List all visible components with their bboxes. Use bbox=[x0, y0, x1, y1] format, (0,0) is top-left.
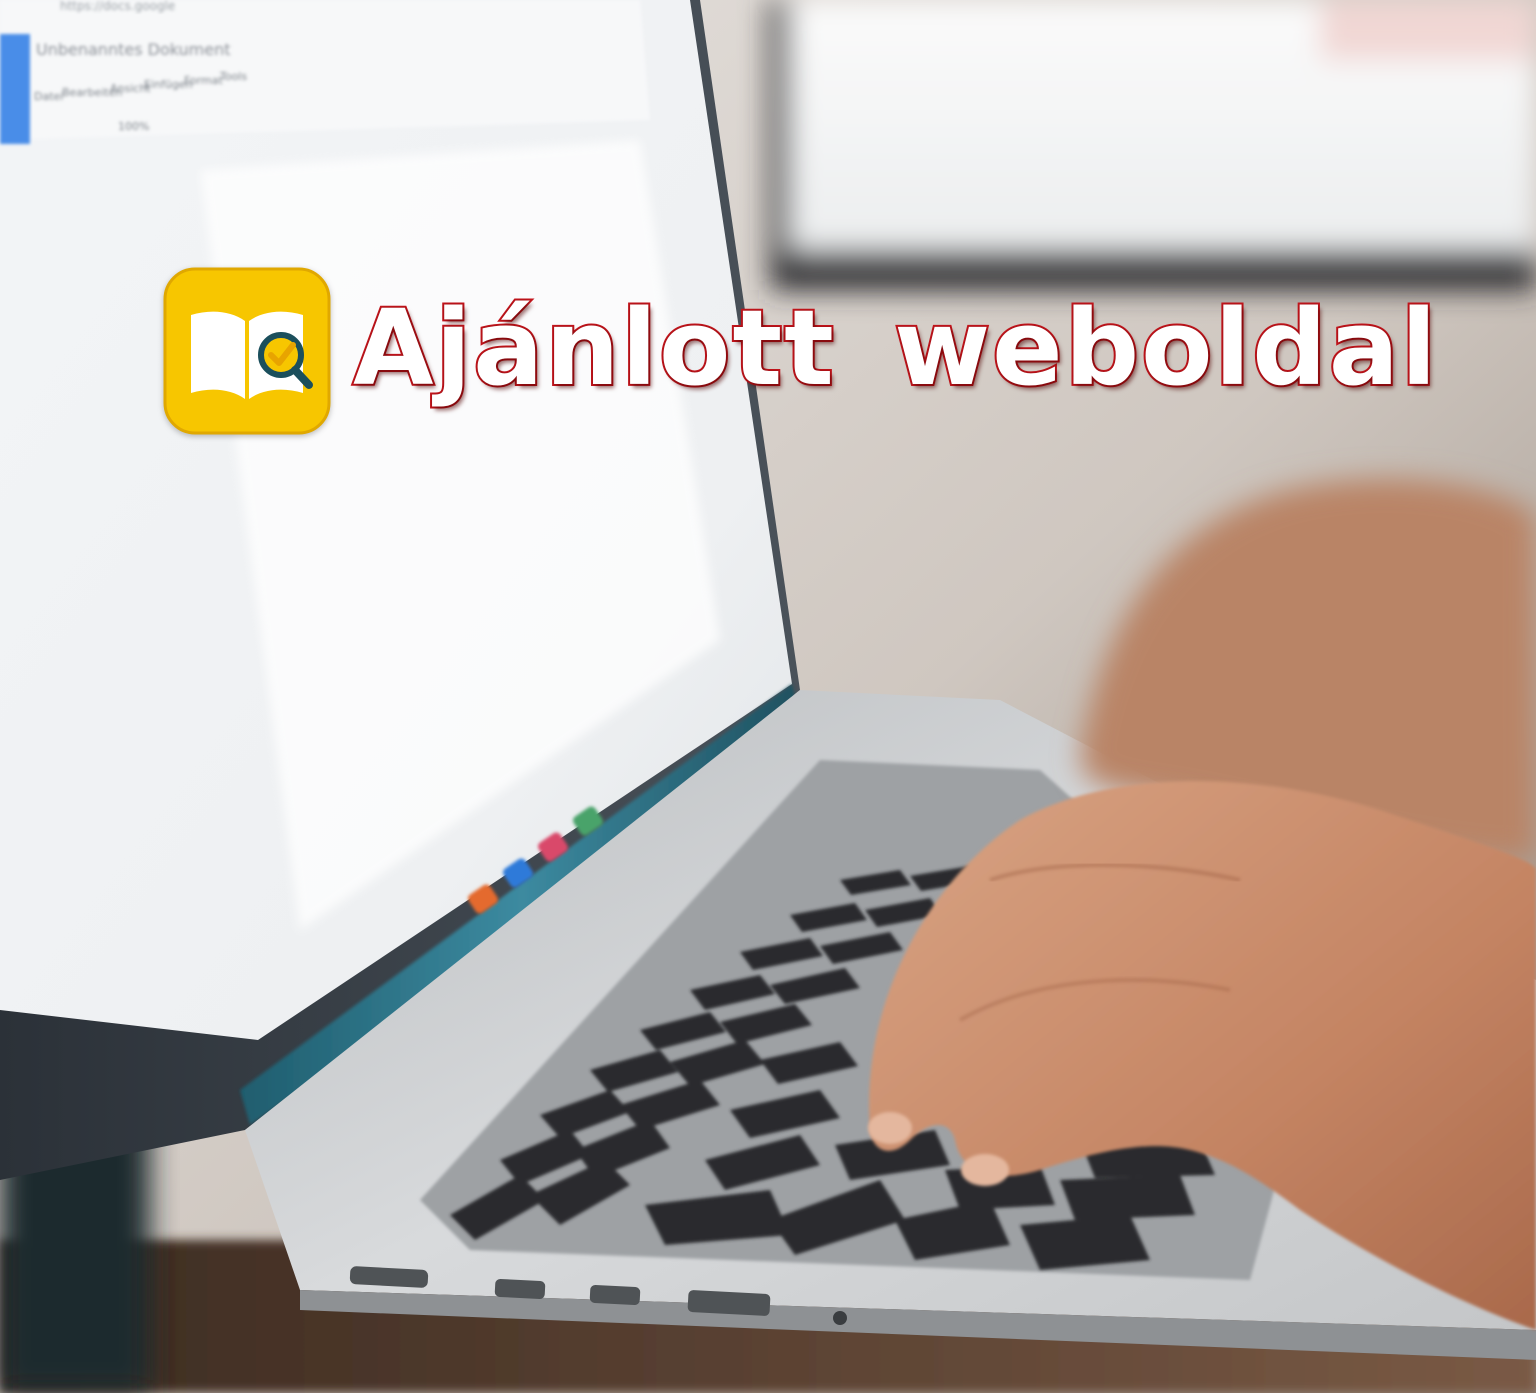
screen-menu-item: Format bbox=[184, 74, 223, 87]
book-magnifier-app-icon bbox=[163, 267, 331, 435]
title-banner: Ajánlott weboldal bbox=[163, 266, 1463, 436]
screen-url: https://docs.google bbox=[60, 0, 175, 13]
screen-menu-item: Datei bbox=[34, 90, 63, 103]
screen-doc-title: Unbenanntes Dokument bbox=[36, 40, 230, 59]
page-title: Ajánlott weboldal bbox=[351, 287, 1439, 409]
background-monitor bbox=[770, 0, 1536, 290]
screen-zoom: 100% bbox=[118, 120, 149, 133]
screen-menu-item: Tools bbox=[219, 70, 247, 83]
laptop-typing-photo: Unbenanntes Dokument https://docs.google… bbox=[0, 0, 1536, 1393]
